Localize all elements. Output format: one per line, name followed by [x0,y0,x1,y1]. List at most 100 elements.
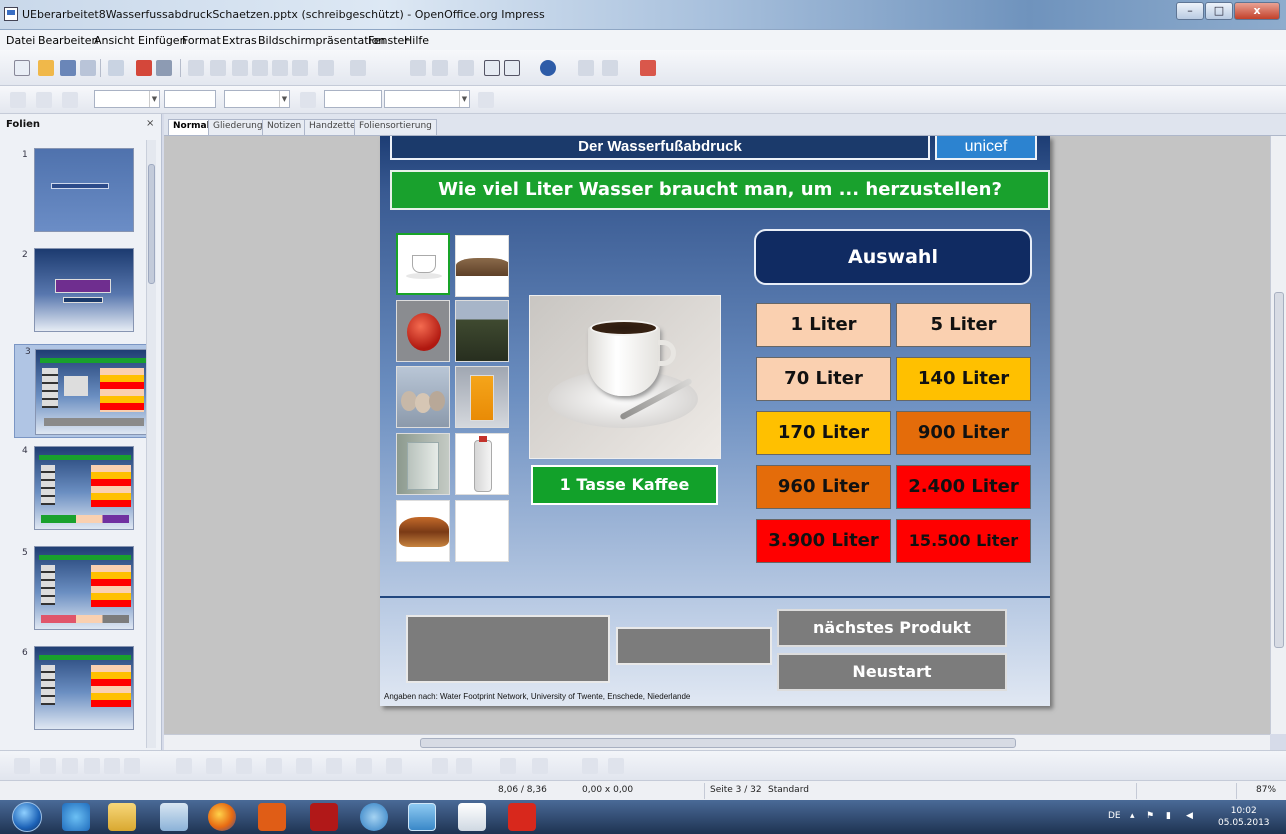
next-product-button[interactable]: nächstes Produkt [777,609,1007,647]
basic-shapes-icon[interactable] [236,758,252,774]
firefox-icon[interactable] [208,803,236,831]
draw-functions-icon[interactable] [484,60,500,76]
option-170-liter[interactable]: 170 Liter [756,411,891,455]
block-arrows-icon[interactable] [296,758,312,774]
ellipse-icon[interactable] [104,758,120,774]
paste-icon[interactable] [272,60,288,76]
filezilla-icon[interactable] [310,803,338,831]
autospellcheck-icon[interactable] [210,60,226,76]
option-2400-liter[interactable]: 2.400 Liter [896,465,1031,509]
help-icon[interactable] [540,60,556,76]
email-icon[interactable] [80,60,96,76]
slides-panel-scrollbar[interactable] [146,140,156,748]
scrollbar-thumb[interactable] [148,164,155,284]
window-titlebar[interactable]: UEberarbeitet8WasserfussabdruckSchaetzen… [0,0,1286,30]
line-icon[interactable] [40,758,56,774]
vlc-icon[interactable] [258,803,286,831]
slide-canvas[interactable]: Der Wasserfußabdruck unicef Wie viel Lit… [380,136,1050,706]
open-folder-icon[interactable] [38,60,54,76]
line-color-select[interactable]: ▼ [224,90,290,108]
option-900-liter[interactable]: 900 Liter [896,411,1031,455]
menu-extras[interactable]: Extras [222,34,257,47]
product-apple[interactable] [396,300,450,362]
line-style-select[interactable]: ▼ [94,90,160,108]
acrobat-reader-icon[interactable] [508,803,536,831]
menu-bildschirmpraesentation[interactable]: Bildschirmpräsentation [258,34,385,47]
align-icon[interactable] [608,758,624,774]
callouts-icon[interactable] [356,758,372,774]
menu-ansicht[interactable]: Ansicht [94,34,135,47]
impress-taskbar-icon[interactable] [408,803,436,831]
tab-gliederung[interactable]: Gliederung [208,119,268,135]
curve-icon[interactable] [176,758,192,774]
export-pdf-icon[interactable] [136,60,152,76]
arrow-icon[interactable] [62,758,78,774]
restart-button[interactable]: Neustart [777,653,1007,691]
connector-icon[interactable] [206,758,222,774]
symbol-shapes-icon[interactable] [266,758,282,774]
slide-thumbnail-3[interactable]: 3 [14,344,154,438]
maximize-button[interactable]: □ [1205,2,1233,20]
print-icon[interactable] [156,60,172,76]
fill-select[interactable]: ▼ [384,90,470,108]
area-style-icon[interactable] [300,92,316,108]
zoom-icon[interactable] [504,60,520,76]
option-140-liter[interactable]: 140 Liter [896,357,1031,401]
menu-hilfe[interactable]: Hilfe [404,34,429,47]
slide-thumbnail-4[interactable] [26,446,134,534]
start-button[interactable] [12,802,42,832]
flag-icon[interactable]: ⚑ [1146,811,1154,821]
grid-icon[interactable] [458,60,474,76]
system-clock[interactable]: 10:02 05.05.2013 [1218,805,1270,829]
slideshow-icon[interactable] [640,60,656,76]
option-5-liter[interactable]: 5 Liter [896,303,1031,347]
menu-format[interactable]: Format [182,34,221,47]
spellcheck-icon[interactable] [188,60,204,76]
document-icon[interactable] [458,803,486,831]
product-field[interactable] [455,300,509,362]
language-indicator[interactable]: DE [1108,811,1121,821]
product-eggs[interactable] [396,366,450,428]
redo-icon[interactable] [350,60,366,76]
internet-explorer-icon[interactable] [62,803,90,831]
chart-icon[interactable] [410,60,426,76]
scrollbar-thumb[interactable] [420,738,1016,748]
line-style-icon[interactable] [10,92,26,108]
slide-icon[interactable] [578,60,594,76]
minimize-button[interactable]: – [1176,2,1204,20]
select-icon[interactable] [14,758,30,774]
option-960-liter[interactable]: 960 Liter [756,465,891,509]
extrusion-icon[interactable] [500,758,516,774]
tab-notizen[interactable]: Notizen [262,119,307,135]
line-width-field[interactable] [164,90,216,108]
shadow-icon[interactable] [478,92,494,108]
product-bread[interactable] [455,235,509,297]
menu-einfuegen[interactable]: Einfügen [138,34,187,47]
stars-icon[interactable] [386,758,402,774]
product-glass[interactable] [396,433,450,495]
panel-close-icon[interactable]: × [146,118,154,129]
undo-icon[interactable] [318,60,334,76]
option-70-liter[interactable]: 70 Liter [756,357,891,401]
option-1-liter[interactable]: 1 Liter [756,303,891,347]
fontwork-icon[interactable] [432,758,448,774]
product-bottle[interactable] [455,433,509,495]
from-file-icon[interactable] [456,758,472,774]
horizontal-scrollbar[interactable] [164,734,1270,750]
area-style-select[interactable] [324,90,382,108]
close-button[interactable]: x [1234,2,1280,20]
slide-thumbnail-5[interactable] [26,546,134,634]
table-icon[interactable] [432,60,448,76]
slide-thumbnail-6[interactable] [26,646,134,734]
menu-datei[interactable]: Datei [6,34,35,47]
option-15500-liter[interactable]: 15.500 Liter [896,519,1031,563]
vertical-scrollbar[interactable] [1270,136,1286,734]
file-explorer-icon[interactable] [108,803,136,831]
flowchart-icon[interactable] [326,758,342,774]
slide-design-icon[interactable] [602,60,618,76]
effects-icon[interactable] [532,758,548,774]
rectangle-icon[interactable] [84,758,100,774]
menu-bearbeiten[interactable]: Bearbeiten [38,34,98,47]
product-empty-slot[interactable] [455,500,509,562]
scrollbar-thumb[interactable] [1274,292,1284,648]
